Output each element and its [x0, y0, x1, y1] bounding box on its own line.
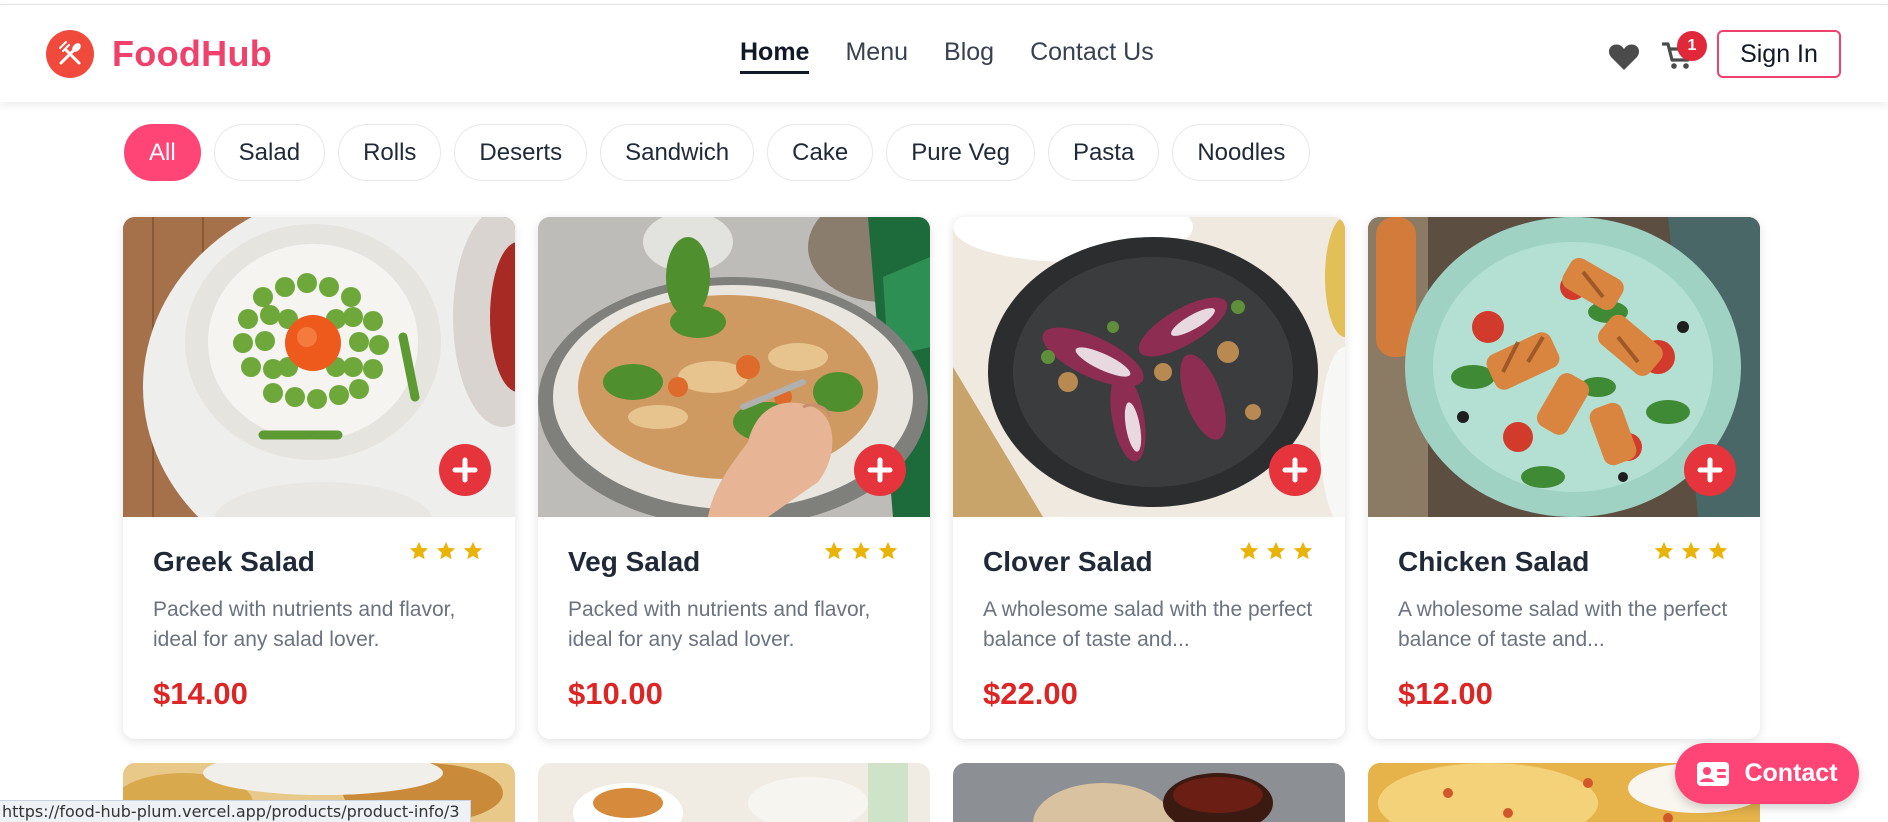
brand-name: FoodHub — [112, 33, 273, 74]
category-chip-all[interactable]: All — [124, 124, 201, 181]
add-to-cart-button[interactable] — [1684, 444, 1736, 496]
star-icon — [1681, 541, 1701, 560]
add-to-cart-button[interactable] — [854, 444, 906, 496]
nav-blog[interactable]: Blog — [944, 38, 994, 74]
category-chip-sandwich[interactable]: Sandwich — [600, 124, 755, 181]
product-description: A wholesome salad with the perfect balan… — [983, 598, 1313, 651]
category-chip-salad[interactable]: Salad — [213, 124, 326, 181]
product-card[interactable]: Greek Salad Packed with nutrients and fl… — [123, 217, 515, 739]
category-chip-cake[interactable]: Cake — [767, 124, 874, 181]
product-card[interactable]: Chicken Salad A wholesome salad with the… — [1368, 217, 1760, 739]
product-title[interactable]: Chicken Salad — [1398, 546, 1589, 578]
star-icon — [878, 541, 898, 560]
star-icon — [463, 541, 483, 560]
product-card[interactable]: Veg Salad Packed with nutrients and flav… — [538, 217, 930, 739]
star-rating — [1653, 540, 1729, 562]
main-nav: Home Menu Blog Contact Us — [740, 38, 1154, 74]
star-rating — [1238, 540, 1314, 562]
star-icon — [851, 541, 871, 560]
star-icon — [824, 541, 844, 560]
cart-count-badge: 1 — [1677, 31, 1707, 61]
product-price: $14.00 — [153, 676, 248, 711]
product-card-partial[interactable] — [538, 763, 930, 822]
add-to-cart-button[interactable] — [439, 444, 491, 496]
product-card[interactable]: Clover Salad A wholesome salad with the … — [953, 217, 1345, 739]
product-title[interactable]: Clover Salad — [983, 546, 1153, 578]
product-description: Packed with nutrients and flavor, ideal … — [153, 598, 456, 651]
contact-button[interactable]: Contact — [1675, 743, 1859, 804]
contact-card-icon — [1697, 761, 1730, 786]
star-icon — [409, 541, 429, 560]
product-title[interactable]: Veg Salad — [568, 546, 700, 578]
star-icon — [1266, 541, 1286, 560]
category-chip-pure-veg[interactable]: Pure Veg — [886, 124, 1035, 181]
product-price: $10.00 — [568, 676, 663, 711]
star-rating — [823, 540, 899, 562]
star-icon — [1654, 541, 1674, 560]
product-title[interactable]: Greek Salad — [153, 546, 315, 578]
product-description: A wholesome salad with the perfect balan… — [1398, 598, 1728, 651]
category-filters: All Salad Rolls Deserts Sandwich Cake Pu… — [124, 124, 1311, 181]
brand[interactable]: FoodHub — [46, 30, 272, 78]
star-rating — [408, 540, 484, 562]
product-card-partial[interactable] — [953, 763, 1345, 822]
star-icon — [436, 541, 456, 560]
category-chip-pasta[interactable]: Pasta — [1047, 124, 1160, 181]
nav-menu[interactable]: Menu — [845, 38, 908, 74]
star-icon — [1239, 541, 1259, 560]
navbar: FoodHub Home Menu Blog Contact Us 1 Sign… — [0, 5, 1888, 102]
nav-home[interactable]: Home — [740, 38, 810, 74]
product-price: $12.00 — [1398, 676, 1493, 711]
contact-label: Contact — [1744, 759, 1838, 787]
nav-contact-us[interactable]: Contact Us — [1030, 38, 1154, 74]
category-chip-deserts[interactable]: Deserts — [454, 124, 588, 181]
category-chip-rolls[interactable]: Rolls — [338, 124, 442, 181]
add-to-cart-button[interactable] — [1269, 444, 1321, 496]
category-chip-noodles[interactable]: Noodles — [1172, 124, 1311, 181]
sign-in-button[interactable]: Sign In — [1717, 30, 1841, 78]
star-icon — [1293, 541, 1313, 560]
product-price: $22.00 — [983, 676, 1078, 711]
product-description: Packed with nutrients and flavor, ideal … — [568, 598, 871, 651]
heart-icon[interactable] — [1608, 43, 1640, 76]
status-bar-url: https://food-hub-plum.vercel.app/product… — [0, 800, 471, 822]
fork-knife-icon — [46, 30, 94, 78]
star-icon — [1708, 541, 1728, 560]
